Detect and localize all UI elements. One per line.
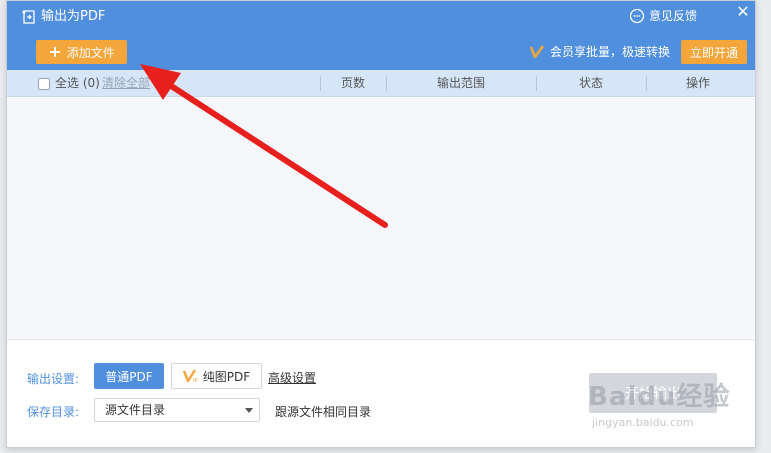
add-file-button[interactable]: + 添加文件 [36, 40, 127, 64]
svg-text:IP: IP [193, 378, 198, 383]
vip-v-icon [530, 44, 544, 58]
open-vip-button[interactable]: 立即开通 [681, 40, 747, 64]
image-pdf-label: 纯图PDF [202, 369, 251, 384]
vip-promo-text: 会员享批量，极速转换 [550, 45, 671, 59]
plus-icon: + [48, 42, 62, 61]
select-all-checkbox[interactable] [38, 78, 50, 90]
dialog-header: 输出为PDF 意见反馈 ✕ + 添加文件 会员享批量，极速转换 立即开通 [7, 1, 755, 70]
feedback-link[interactable]: 意见反馈 [629, 7, 697, 24]
add-file-label: 添加文件 [66, 45, 115, 60]
vip-v-icon: IP [182, 369, 198, 383]
normal-pdf-button[interactable]: 普通PDF [94, 363, 164, 389]
column-header-output-range: 输出范围 [436, 76, 485, 90]
pdf-export-icon [22, 10, 35, 24]
column-header-actions: 操作 [685, 76, 710, 90]
clear-all-link[interactable]: 清除全部 [102, 70, 150, 97]
column-header-status: 状态 [578, 76, 603, 90]
dialog-title: 输出为PDF [41, 9, 106, 24]
file-list-area[interactable] [7, 98, 755, 338]
feedback-label: 意见反馈 [649, 9, 698, 23]
save-dir-value: 源文件目录 [105, 403, 166, 417]
column-header-pages: 页数 [340, 76, 365, 90]
file-count: (0) [82, 76, 100, 90]
save-dir-label: 保存目录: [27, 405, 80, 419]
vip-promo: 会员享批量，极速转换 [530, 43, 670, 60]
advanced-settings-link[interactable]: 高级设置 [268, 369, 316, 386]
file-table-header: 全选 (0) 清除全部 页数 输出范围 状态 操作 [7, 70, 755, 97]
caret-down-icon [245, 408, 253, 413]
output-settings-panel: 输出设置: 普通PDF IP 纯图PDF 高级设置 保存目录: 源文件目录 跟源… [7, 339, 755, 447]
start-output-button[interactable]: 开始输出 [589, 373, 717, 413]
chat-bubble-icon [629, 8, 645, 23]
export-pdf-dialog: 输出为PDF 意见反馈 ✕ + 添加文件 会员享批量，极速转换 立即开通 全选 … [6, 0, 756, 448]
save-dir-note: 跟源文件相同目录 [275, 405, 372, 419]
output-settings-label: 输出设置: [27, 372, 80, 386]
save-dir-dropdown[interactable]: 源文件目录 [94, 398, 260, 422]
select-all-label: 全选 (0) [55, 76, 100, 90]
close-button[interactable]: ✕ [735, 4, 751, 20]
image-pdf-button[interactable]: IP 纯图PDF [171, 363, 262, 389]
